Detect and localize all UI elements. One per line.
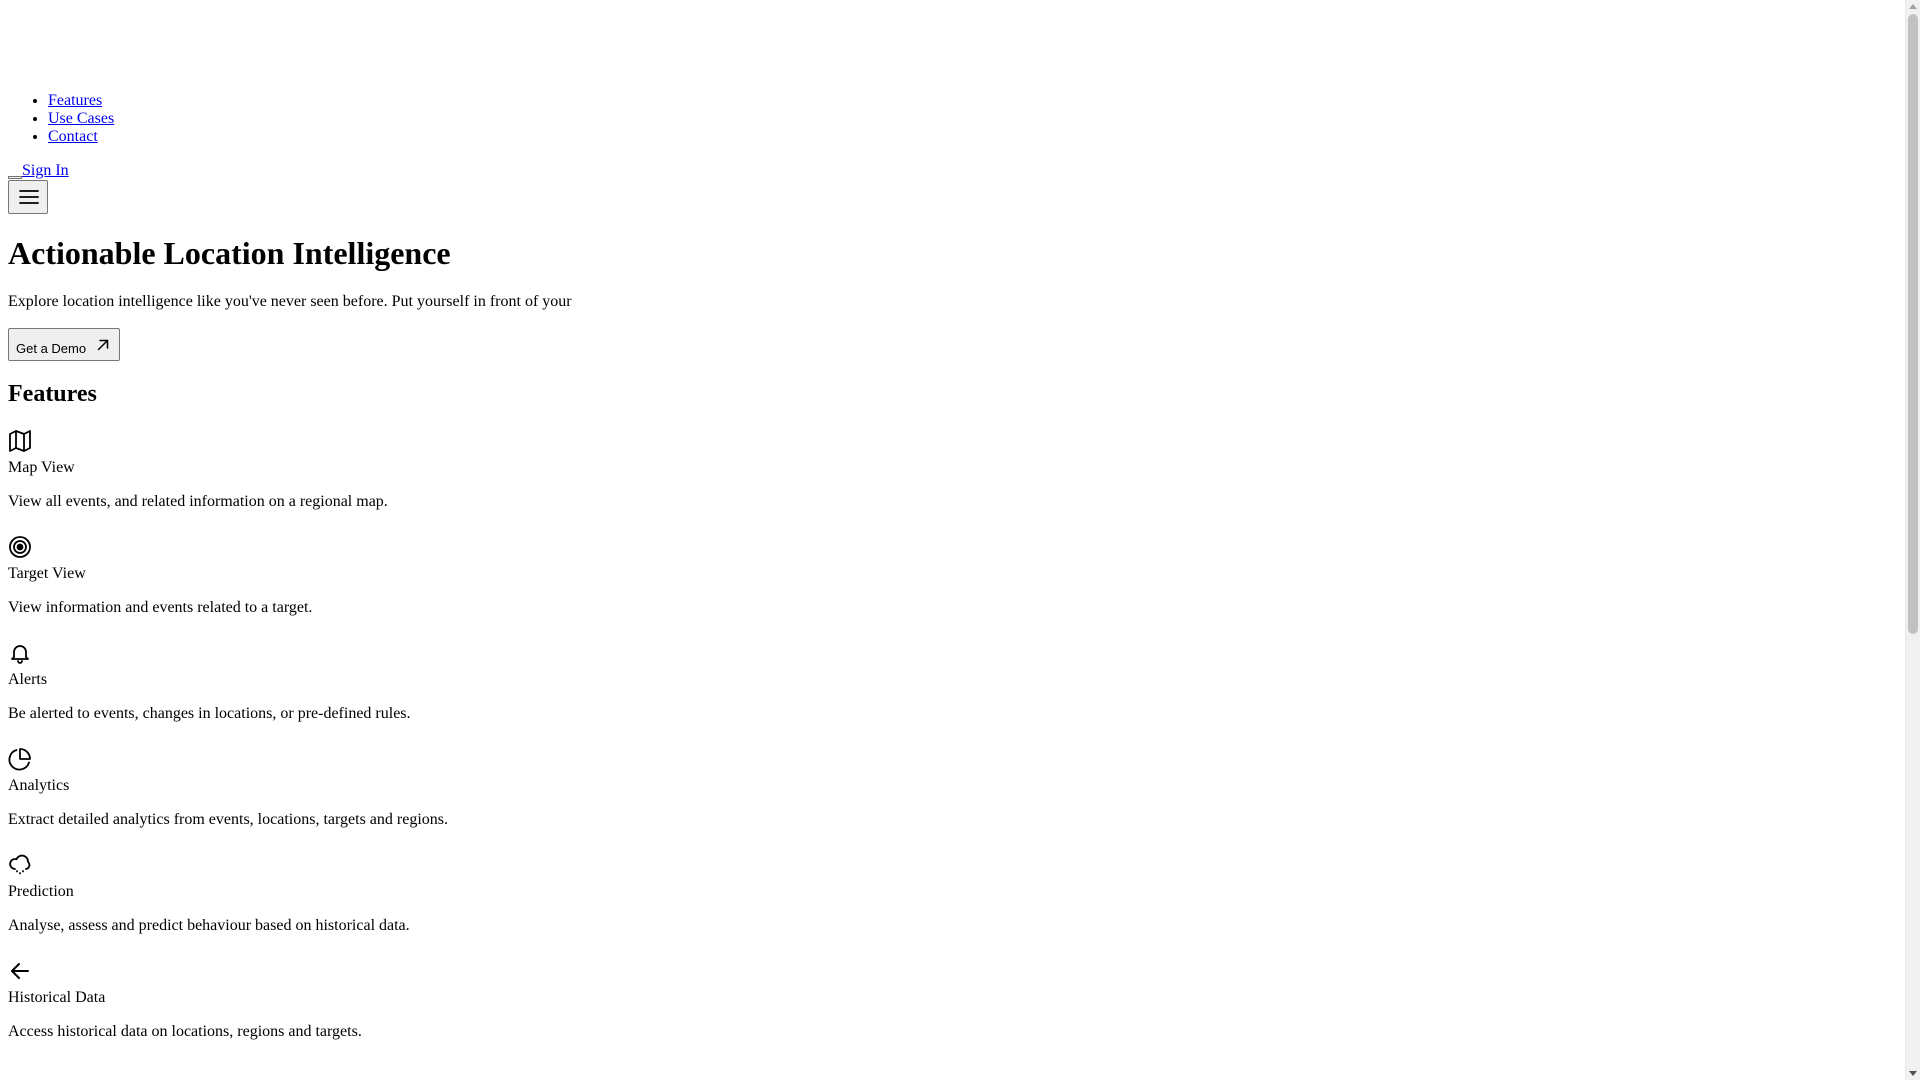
feature-historical-data: Historical Data Access historical data o… bbox=[8, 959, 1897, 1041]
feature-name: Map View bbox=[8, 459, 75, 476]
sign-in-link[interactable]: Sign In bbox=[22, 162, 69, 179]
arrow-up-right-icon bbox=[97, 339, 109, 350]
feature-description: Analyse, assess and predict behaviour ba… bbox=[8, 917, 410, 934]
feature-name: Historical Data bbox=[8, 989, 106, 1006]
scrollbar-thumb[interactable] bbox=[1908, 14, 1918, 634]
page: Features Use Cases Contact Sign In Actio… bbox=[0, 0, 1905, 1080]
feature-description: View all events, and related information… bbox=[8, 493, 388, 510]
get-demo-button[interactable]: Get a Demo bbox=[8, 328, 121, 361]
map-icon bbox=[9, 430, 31, 452]
feature-alerts: Alerts Be alerted to events, changes in … bbox=[8, 641, 1897, 723]
feature-prediction: Prediction Analyse, assess and predict b… bbox=[8, 853, 1897, 935]
nav-link-use-cases[interactable]: Use Cases bbox=[48, 110, 114, 127]
feature-target-view: Target View View information and events … bbox=[8, 535, 1897, 617]
feature-description: Access historical data on locations, reg… bbox=[8, 1023, 362, 1040]
hero-title: Actionable Location Intelligence bbox=[8, 235, 451, 271]
feature-name: Alerts bbox=[8, 671, 48, 688]
scroll-down-arrow-icon[interactable] bbox=[1909, 1071, 1917, 1076]
main-nav: Features Use Cases Contact bbox=[8, 92, 1897, 146]
nav-item-contact: Contact bbox=[48, 128, 1897, 146]
small-button[interactable] bbox=[8, 176, 22, 179]
features-section: Features Map View View all events, and r… bbox=[8, 380, 1897, 1041]
scroll-up-arrow-icon[interactable] bbox=[1909, 4, 1917, 9]
nav-item-features: Features bbox=[48, 92, 1897, 110]
header-logo-area bbox=[8, 0, 1897, 92]
auth-row: Sign In bbox=[8, 162, 1897, 180]
features-list: Map View View all events, and related in… bbox=[8, 429, 1897, 1041]
bell-icon bbox=[11, 645, 29, 664]
feature-name: Target View bbox=[8, 565, 86, 582]
nav-list: Features Use Cases Contact bbox=[8, 92, 1897, 146]
feature-map-view: Map View View all events, and related in… bbox=[8, 429, 1897, 511]
feature-name: Prediction bbox=[8, 883, 74, 900]
feature-description: Be alerted to events, changes in locatio… bbox=[8, 705, 411, 722]
feature-name: Analytics bbox=[8, 777, 70, 794]
arrow-left-icon bbox=[11, 963, 29, 979]
hamburger-menu-icon bbox=[19, 190, 39, 204]
target-icon bbox=[9, 536, 31, 558]
cloud-rain-icon bbox=[9, 854, 31, 875]
vertical-scrollbar[interactable] bbox=[1905, 0, 1920, 1080]
nav-link-contact[interactable]: Contact bbox=[48, 128, 98, 145]
feature-description: Extract detailed analytics from events, … bbox=[8, 811, 449, 828]
feature-description: View information and events related to a… bbox=[8, 599, 313, 616]
nav-link-features[interactable]: Features bbox=[48, 92, 102, 109]
get-demo-label: Get a Demo bbox=[16, 341, 87, 356]
feature-analytics: Analytics Extract detailed analytics fro… bbox=[8, 747, 1897, 829]
menu-toggle-button[interactable] bbox=[8, 180, 48, 214]
pie-chart-icon bbox=[8, 748, 31, 771]
nav-item-use-cases: Use Cases bbox=[48, 110, 1897, 128]
hero-section: Actionable Location Intelligence Explore… bbox=[8, 235, 1897, 361]
features-title: Features bbox=[8, 381, 97, 407]
hero-description: Explore location intelligence like you'v… bbox=[8, 293, 572, 310]
